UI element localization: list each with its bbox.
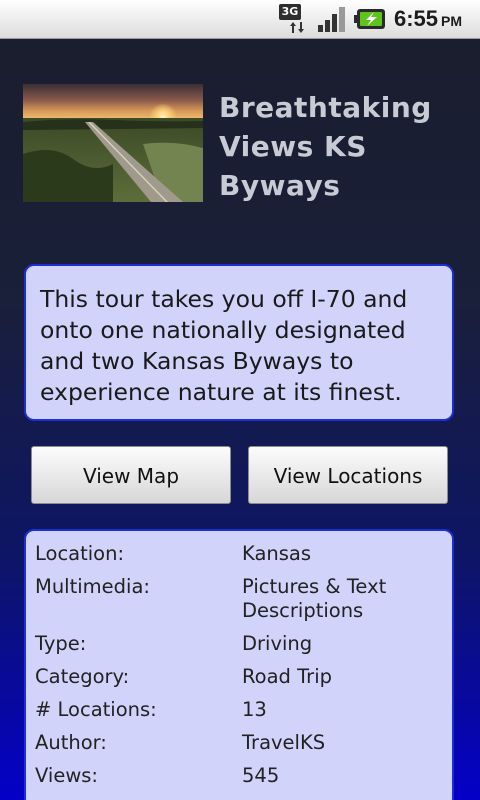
detail-label: Author: (35, 731, 107, 754)
detail-label: Location: (35, 542, 125, 565)
detail-label: Category: (35, 665, 130, 688)
tour-thumbnail (23, 84, 203, 202)
sunset-road-photo-icon (23, 84, 203, 202)
view-locations-button[interactable]: View Locations (248, 446, 448, 504)
detail-value: TravelKS (242, 731, 326, 754)
tour-description: This tour takes you off I-70 and onto on… (24, 264, 454, 421)
tour-title: Breathtaking Views KS Byways (219, 91, 432, 202)
detail-value: Road Trip (242, 665, 332, 688)
battery-charging-icon (354, 9, 385, 29)
network-type-label: 3G (279, 4, 301, 20)
detail-value: Kansas (242, 542, 312, 565)
signal-strength-icon (318, 7, 345, 32)
detail-value: Pictures & Text Descriptions (242, 575, 387, 622)
detail-value: 545 (242, 764, 280, 787)
view-map-button[interactable]: View Map (31, 446, 231, 504)
detail-label: # Locations: (35, 698, 157, 721)
detail-label: Views: (35, 764, 99, 787)
detail-label: Type: (35, 632, 87, 655)
detail-value: Driving (242, 632, 313, 655)
clock-ampm: PM (441, 13, 463, 29)
data-arrows-icon (290, 22, 304, 33)
detail-label: Multimedia: (35, 575, 150, 598)
network-3g-icon: 3G (279, 4, 311, 34)
clock: 6:55 PM (394, 5, 474, 33)
tour-details-panel: Location: Kansas Multimedia: Pictures & … (24, 529, 454, 800)
clock-time: 6:55 (394, 6, 439, 31)
status-bar: 3G 6:55 PM (0, 0, 480, 39)
detail-value: 13 (242, 698, 267, 721)
